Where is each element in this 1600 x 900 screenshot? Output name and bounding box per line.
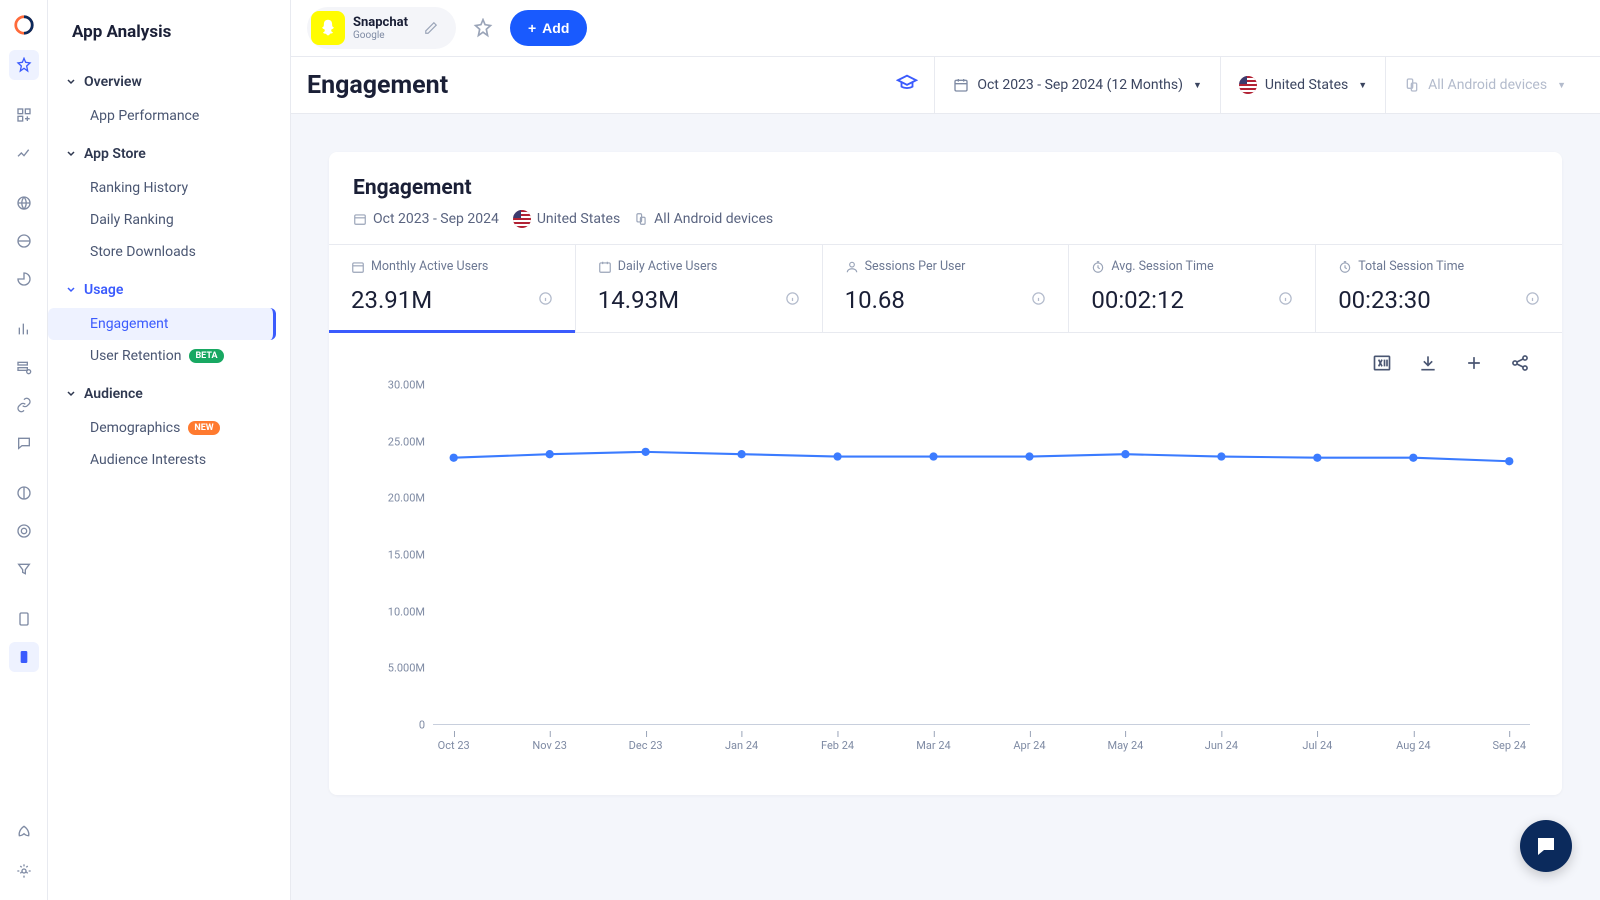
- x-tick: Nov 23: [532, 739, 566, 752]
- y-tick: 30.00M: [388, 379, 425, 392]
- edit-icon[interactable]: [416, 13, 446, 43]
- y-tick: 15.00M: [388, 549, 425, 562]
- chat-fab[interactable]: [1520, 820, 1572, 872]
- date-range-filter[interactable]: Oct 2023 - Sep 2024 (12 Months)▼: [934, 57, 1220, 113]
- sidebar: App Analysis OverviewApp Performance App …: [48, 0, 291, 900]
- nav-item-3-1[interactable]: Audience Interests: [48, 444, 276, 476]
- info-icon[interactable]: [538, 291, 553, 310]
- x-tick: Jul 24: [1302, 739, 1332, 752]
- share-icon[interactable]: [1510, 353, 1530, 377]
- rail-item-mobile[interactable]: [9, 642, 39, 672]
- card-title: Engagement: [353, 176, 1538, 200]
- y-tick: 0: [419, 719, 425, 732]
- card-subtitle: Oct 2023 - Sep 2024 United States All An…: [353, 210, 1538, 228]
- nav-section-0[interactable]: Overview: [48, 64, 276, 100]
- info-icon[interactable]: [1278, 291, 1293, 310]
- engagement-card: Engagement Oct 2023 - Sep 2024 United St…: [329, 152, 1562, 795]
- app-source: Google: [353, 30, 408, 41]
- metric-tab-4[interactable]: Total Session Time 00:23:30: [1316, 245, 1562, 332]
- x-tick: May 24: [1108, 739, 1144, 752]
- filter-bar: Engagement Oct 2023 - Sep 2024 (12 Month…: [291, 57, 1600, 114]
- y-tick: 25.00M: [388, 435, 425, 448]
- content: Engagement Oct 2023 - Sep 2024 United St…: [291, 114, 1600, 900]
- y-tick: 5.000M: [388, 662, 425, 675]
- x-tick: Feb 24: [821, 739, 854, 752]
- info-icon[interactable]: [1525, 291, 1540, 310]
- metric-tab-1[interactable]: Daily Active Users 14.93M: [576, 245, 823, 332]
- x-tick: Jan 24: [725, 739, 758, 752]
- rail-item-rocket[interactable]: [9, 816, 39, 846]
- nav-item-3-0[interactable]: Demographics NEW: [48, 412, 276, 444]
- devices-filter[interactable]: All Android devices▼: [1385, 57, 1584, 113]
- main: Snapchat Google +Add Engagement Oct 2023…: [291, 0, 1600, 900]
- info-icon[interactable]: [1031, 291, 1046, 310]
- nav-section-1[interactable]: App Store: [48, 136, 276, 172]
- metric-tab-0[interactable]: Monthly Active Users 23.91M: [329, 245, 576, 332]
- rail-item-globe3[interactable]: [9, 478, 39, 508]
- icon-rail: [0, 0, 48, 900]
- rail-item-search-list[interactable]: [9, 352, 39, 382]
- y-tick: 10.00M: [388, 605, 425, 618]
- nav-item-0-0[interactable]: App Performance: [48, 100, 276, 132]
- y-tick: 20.00M: [388, 492, 425, 505]
- x-tick: Apr 24: [1013, 739, 1045, 752]
- us-flag-icon: [1239, 76, 1257, 94]
- rail-item-link[interactable]: [9, 390, 39, 420]
- rail-item-trend[interactable]: [9, 138, 39, 168]
- brand-logo: [13, 14, 35, 36]
- us-flag-icon: [513, 210, 531, 228]
- add-to-icon[interactable]: [1464, 353, 1484, 377]
- export-excel-icon[interactable]: [1372, 353, 1392, 377]
- sidebar-title: App Analysis: [48, 22, 276, 42]
- topbar: Snapchat Google +Add: [291, 0, 1600, 57]
- country-filter[interactable]: United States▼: [1220, 57, 1385, 113]
- chart-actions: [329, 333, 1562, 385]
- rail-item-target[interactable]: [9, 516, 39, 546]
- nav-item-1-2[interactable]: Store Downloads: [48, 236, 276, 268]
- rail-item-settings[interactable]: [9, 856, 39, 886]
- metric-tab-3[interactable]: Avg. Session Time 00:02:12: [1069, 245, 1316, 332]
- x-tick: Mar 24: [916, 739, 950, 752]
- info-icon[interactable]: [785, 291, 800, 310]
- metrics-row: Monthly Active Users 23.91M Daily Active…: [329, 244, 1562, 333]
- rail-item-analysis[interactable]: [9, 50, 39, 80]
- x-tick: Sep 24: [1492, 739, 1526, 752]
- nav-item-1-0[interactable]: Ranking History: [48, 172, 276, 204]
- rail-item-doc[interactable]: [9, 604, 39, 634]
- academy-icon[interactable]: [896, 72, 918, 98]
- nav-section-3[interactable]: Audience: [48, 376, 276, 412]
- nav-item-2-0[interactable]: Engagement: [48, 308, 276, 340]
- rail-item-grid[interactable]: [9, 100, 39, 130]
- nav-item-2-1[interactable]: User Retention BETA: [48, 340, 276, 372]
- rail-item-globe1[interactable]: [9, 188, 39, 218]
- rail-item-chat[interactable]: [9, 428, 39, 458]
- favorite-icon[interactable]: [468, 13, 498, 43]
- app-name: Snapchat: [353, 15, 408, 30]
- download-icon[interactable]: [1418, 353, 1438, 377]
- rail-item-globe2[interactable]: [9, 226, 39, 256]
- rail-item-bars[interactable]: [9, 314, 39, 344]
- page-title: Engagement: [307, 71, 896, 100]
- x-tick: Aug 24: [1396, 739, 1430, 752]
- nav-item-1-1[interactable]: Daily Ranking: [48, 204, 276, 236]
- x-tick: Oct 23: [438, 739, 470, 752]
- add-button[interactable]: +Add: [510, 10, 587, 46]
- nav-section-2[interactable]: Usage: [48, 272, 276, 308]
- snapchat-icon: [311, 11, 345, 45]
- metric-tab-2[interactable]: Sessions Per User 10.68: [823, 245, 1070, 332]
- x-tick: Dec 23: [629, 739, 663, 752]
- mau-chart: 05.000M10.00M15.00M20.00M25.00M30.00M Oc…: [361, 385, 1530, 765]
- app-chip[interactable]: Snapchat Google: [307, 7, 456, 49]
- rail-item-pie[interactable]: [9, 264, 39, 294]
- rail-item-filter[interactable]: [9, 554, 39, 584]
- x-tick: Jun 24: [1205, 739, 1238, 752]
